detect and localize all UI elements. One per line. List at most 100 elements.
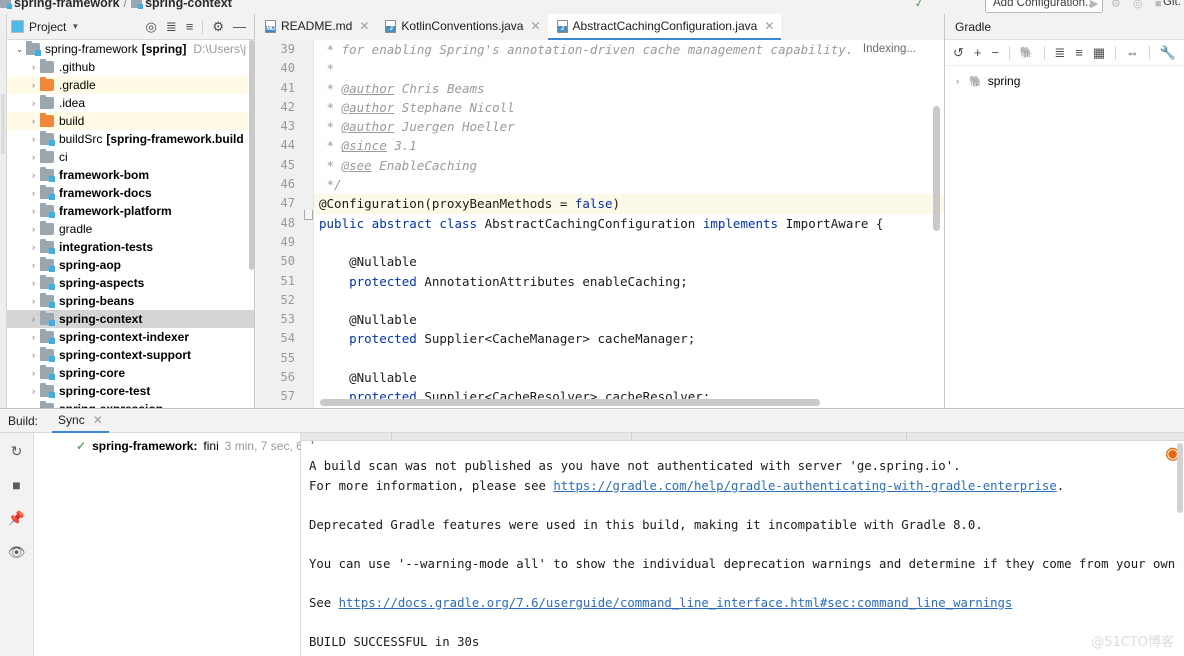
chevron-right-icon[interactable]: › [27, 98, 40, 108]
toggle-offline-icon[interactable]: ⇔ [1126, 45, 1139, 60]
tree-item--idea[interactable]: › .idea [7, 94, 254, 112]
code-line[interactable]: * @see EnableCaching [314, 156, 944, 175]
tree-item-spring-aop[interactable]: › spring-aop [7, 256, 254, 274]
chevron-right-icon[interactable]: › [27, 188, 40, 198]
hide-panel-icon[interactable]: — [233, 20, 246, 33]
tree-item-spring-core[interactable]: › spring-core [7, 364, 254, 382]
chevron-right-icon[interactable]: › [27, 296, 40, 306]
collapse-all-icon[interactable]: ≡ [186, 20, 194, 33]
tree-item-spring-expression[interactable]: ›spring-expression [7, 400, 254, 408]
locate-icon[interactable]: ◎ [146, 20, 157, 33]
stop-icon[interactable]: ■ [1155, 0, 1162, 10]
editor-tab-readme-md[interactable]: MD README.md ✕ [256, 14, 376, 40]
tree-item--gradle[interactable]: › .gradle [7, 76, 254, 94]
gradle-tree-item-spring[interactable]: › 🐘 spring [951, 72, 1184, 90]
chevron-right-icon[interactable]: › [27, 314, 40, 324]
tree-item-framework-platform[interactable]: › framework-platform [7, 202, 254, 220]
code-line[interactable]: public abstract class AbstractCachingCon… [314, 214, 944, 233]
chevron-right-icon[interactable]: › [27, 134, 40, 144]
tree-item-framework-bom[interactable]: › framework-bom [7, 166, 254, 184]
chevron-right-icon[interactable]: › [27, 206, 40, 216]
collapse-all-icon[interactable]: ≡ [1075, 45, 1083, 60]
remove-icon[interactable]: − [992, 45, 1000, 60]
code-content[interactable]: * for enabling Spring's annotation-drive… [314, 40, 944, 408]
settings-icon[interactable]: ⚙ [212, 20, 224, 33]
chevron-down-icon[interactable]: ▼ [71, 22, 79, 31]
project-tree-scrollbar[interactable] [249, 40, 254, 270]
project-view-selector[interactable]: Project ▼ [11, 20, 79, 34]
code-line[interactable] [314, 233, 944, 252]
eye-icon[interactable]: 👁 [8, 544, 26, 561]
build-tab-sync[interactable]: Sync ✕ [52, 409, 109, 433]
code-line[interactable]: * @author Juergen Hoeller [314, 117, 944, 136]
tree-item-spring-beans[interactable]: › spring-beans [7, 292, 254, 310]
chevron-right-icon[interactable]: › [27, 224, 40, 234]
stop-icon[interactable]: ■ [12, 477, 20, 493]
tree-item-buildsrc[interactable]: › buildSrc [spring-framework.build [7, 130, 254, 148]
close-icon[interactable]: ✕ [530, 19, 540, 33]
code-line[interactable]: * @since 3.1 [314, 136, 944, 155]
tree-item-ci[interactable]: › ci [7, 148, 254, 166]
chevron-right-icon[interactable]: › [27, 62, 40, 72]
chevron-down-icon[interactable]: ⌄ [13, 44, 26, 55]
tree-item-framework-docs[interactable]: › framework-docs [7, 184, 254, 202]
console-scrollbar[interactable] [1177, 443, 1183, 513]
breadcrumb[interactable]: spring-framework / spring-context [0, 0, 232, 10]
build-tools-icon[interactable]: 🔧 [1160, 45, 1176, 61]
chevron-right-icon[interactable]: › [27, 116, 40, 126]
project-tree[interactable]: ⌄ spring-framework [spring] D:\Users\j › .git… [7, 40, 254, 408]
console-link[interactable]: https://docs.gradle.org/7.6/userguide/co… [339, 596, 1013, 610]
chevron-right-icon[interactable]: › [27, 170, 40, 180]
chevron-right-icon[interactable]: › [951, 76, 964, 86]
expand-all-icon[interactable]: ≣ [166, 20, 177, 33]
run-icon[interactable]: ▶ [1090, 0, 1098, 10]
chevron-right-icon[interactable]: › [27, 80, 40, 90]
tree-item-spring-aspects[interactable]: › spring-aspects [7, 274, 254, 292]
tree-item-spring-framework[interactable]: ⌄ spring-framework [spring] D:\Users\j [7, 40, 254, 58]
chevron-right-icon[interactable]: › [27, 278, 40, 288]
chevron-right-icon[interactable]: › [27, 386, 40, 396]
build-result-node[interactable]: ✓ spring-framework: fini 3 min, 7 sec, 6… [34, 437, 335, 455]
editor-horizontal-scrollbar[interactable] [320, 399, 820, 406]
close-icon[interactable]: ✕ [359, 19, 369, 33]
code-line[interactable]: * [314, 59, 944, 78]
breadcrumb-project[interactable]: spring-framework [14, 0, 120, 10]
code-folding-column[interactable] [302, 40, 314, 408]
run-toolbar[interactable]: ▶ ⚙ ◎ ■ [1090, 0, 1171, 10]
fold-marker-icon[interactable] [304, 210, 313, 220]
tree-item-gradle[interactable]: › gradle [7, 220, 254, 238]
tree-item-spring-context-support[interactable]: › spring-context-support [7, 346, 254, 364]
editor-tab-bar[interactable]: MD README.md ✕ J KotlinConventions.java ✕ J Abs… [256, 14, 944, 40]
code-line[interactable]: * @author Stephane Nicoll [314, 98, 944, 117]
code-line[interactable]: @Configuration(proxyBeanMethods = false) [314, 194, 944, 214]
code-editor[interactable]: 39 40 41 42 43 44 45 46 47 48 49 50 51 52 53 54 55 56 57 *… [256, 40, 944, 408]
chevron-right-icon[interactable]: › [27, 152, 40, 162]
chevron-right-icon[interactable]: › [27, 368, 40, 378]
chevron-right-icon[interactable]: › [27, 242, 40, 252]
git-menu-label[interactable]: Git: [1163, 0, 1181, 8]
code-line[interactable]: * @author Chris Beams [314, 79, 944, 98]
chevron-right-icon[interactable]: › [27, 332, 40, 342]
rerun-icon[interactable]: ↻ [11, 443, 23, 460]
chevron-right-icon[interactable]: › [27, 260, 40, 270]
editor-tab-abstractcachingconfiguration-java[interactable]: J AbstractCachingConfiguration.java ✕ [547, 14, 782, 40]
build-console[interactable]: ' A build scan was not published as you … [301, 433, 1184, 656]
tree-item-spring-context[interactable]: › spring-context [7, 310, 254, 328]
tree-item-build[interactable]: › build [7, 112, 254, 130]
debug-icon[interactable]: ⚙ [1111, 0, 1121, 10]
add-configuration-button[interactable]: Add Configuration... [985, 0, 1103, 13]
tree-item--github[interactable]: › .github [7, 58, 254, 76]
expand-all-icon[interactable]: ≣ [1054, 45, 1065, 61]
pin-icon[interactable]: 📌 [8, 510, 25, 527]
tree-item-integration-tests[interactable]: › integration-tests [7, 238, 254, 256]
add-icon[interactable]: + [974, 45, 982, 60]
code-line[interactable]: protected Supplier<CacheManager> cacheMa… [314, 329, 944, 348]
breadcrumb-module[interactable]: spring-context [145, 0, 232, 10]
gradle-tree[interactable]: › 🐘 spring [945, 66, 1184, 90]
close-icon[interactable]: ✕ [764, 19, 774, 33]
code-line[interactable]: */ [314, 175, 944, 194]
gradle-elephant-icon[interactable]: 🐘 [1020, 46, 1034, 59]
code-line[interactable]: protected AnnotationAttributes enableCac… [314, 272, 944, 291]
code-line[interactable] [314, 291, 944, 310]
console-link[interactable]: https://gradle.com/help/gradle-authentic… [553, 479, 1056, 493]
